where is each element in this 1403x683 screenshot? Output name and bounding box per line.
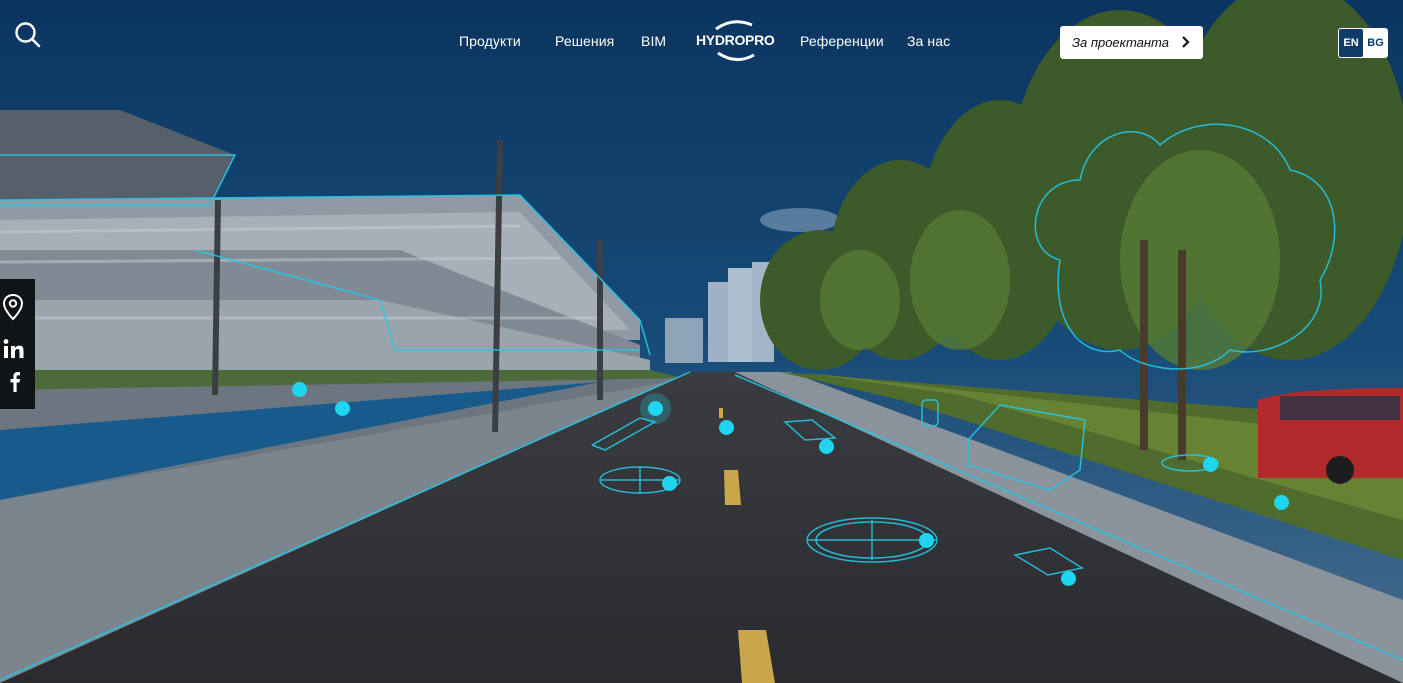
hydropro-logo[interactable]: HYDROPRO [696,19,775,63]
search-icon[interactable] [14,21,42,49]
nav-bim[interactable]: BIM [641,33,666,49]
for-designers-button[interactable]: За проектанта [1060,26,1203,59]
nav-references[interactable]: Референции [800,33,884,49]
language-switcher: EN BG [1338,28,1388,58]
hotspot-drain-grid[interactable] [1060,570,1076,586]
top-header: Продукти Решения BIM HYDROPRO Референции… [0,0,1403,90]
hotspot-green-area[interactable] [1273,494,1289,510]
map-pin-icon[interactable] [0,293,35,321]
hero-scene [0,0,1403,683]
linkedin-icon[interactable] [0,335,35,363]
for-designers-label: За проектанта [1072,35,1169,50]
social-sidebar [0,279,35,409]
nav-about[interactable]: За нас [907,33,950,49]
facebook-icon[interactable] [0,368,35,396]
lang-en-button[interactable]: EN [1339,29,1363,57]
hotspot-tree-pit[interactable] [1202,456,1218,472]
chevron-right-icon [1181,35,1191,49]
hotspot-grate[interactable] [818,438,834,454]
hotspot-road-marking[interactable] [718,419,734,435]
nav-products[interactable]: Продукти [459,33,521,49]
hotspot-sidewalk[interactable] [291,381,307,397]
hotspot-cycle-lane[interactable] [334,400,350,416]
hotspot-manhole-small[interactable] [661,475,677,491]
hotspot-curb-drain[interactable] [647,400,663,416]
logo-text: HYDROPRO [696,32,775,48]
hotspot-manhole-large[interactable] [918,532,934,548]
nav-solutions[interactable]: Решения [555,33,614,49]
lang-bg-button[interactable]: BG [1364,29,1387,57]
